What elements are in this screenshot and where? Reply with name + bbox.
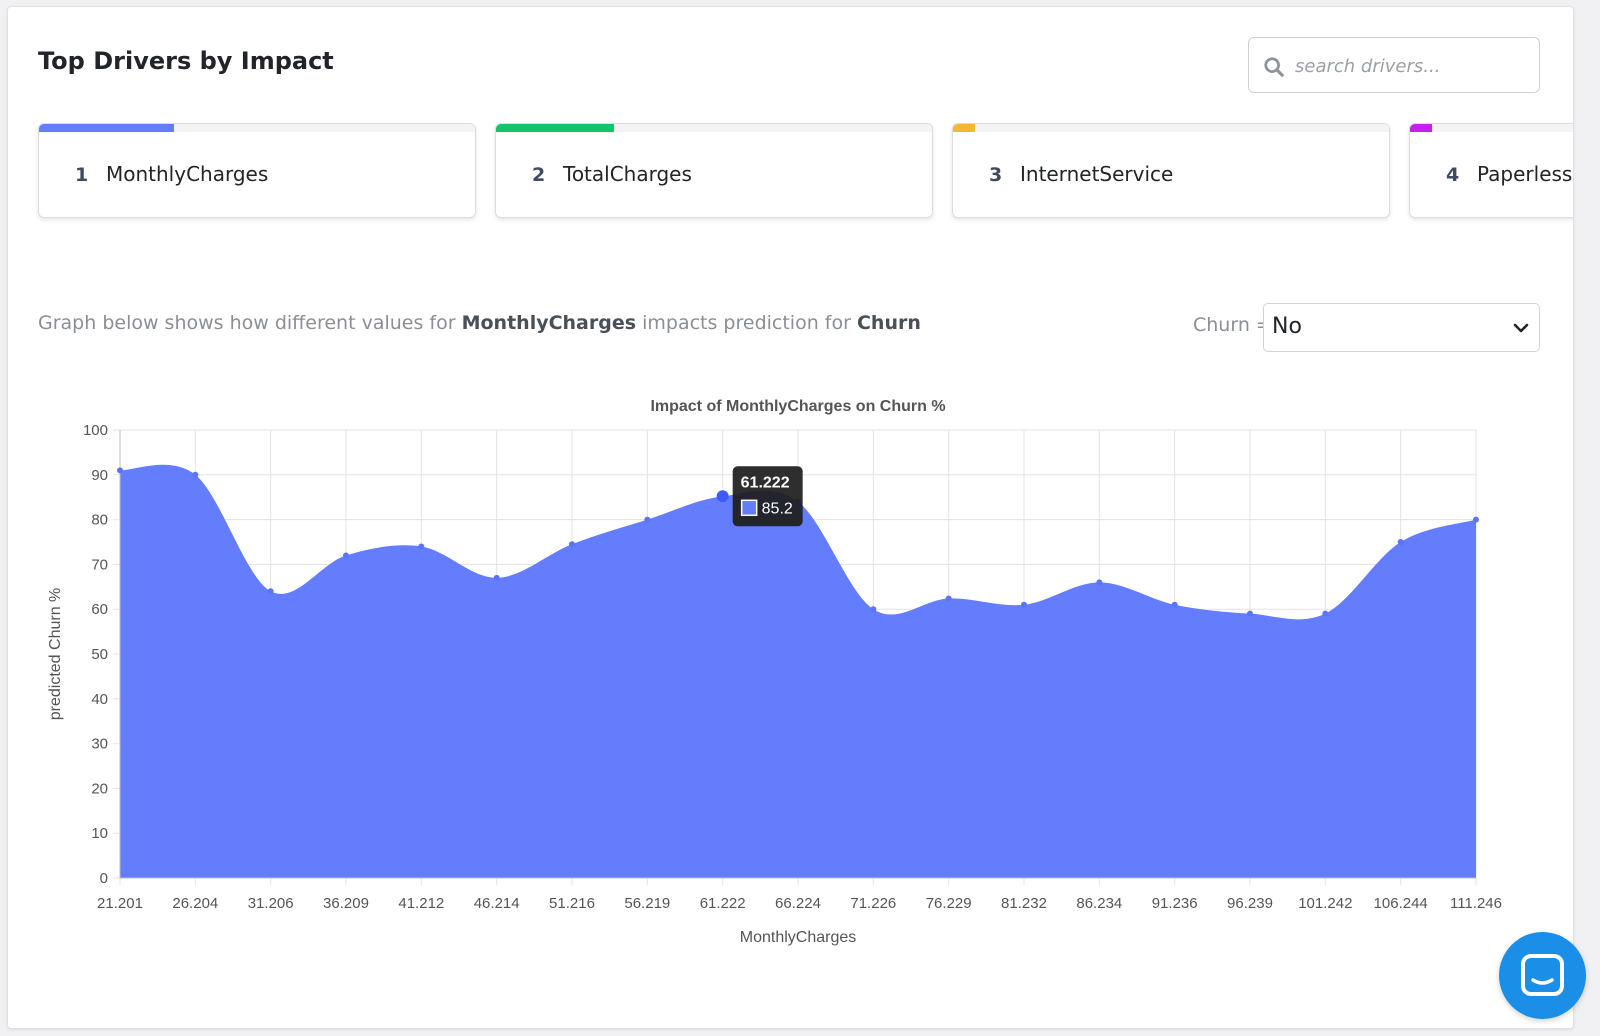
impact-bar-fill: [39, 124, 175, 132]
data-point: [1247, 610, 1253, 617]
data-point: [1096, 579, 1103, 586]
y-tick-label: 70: [91, 556, 108, 573]
x-tick-label: 81.232: [1001, 895, 1047, 912]
x-tick-label: 106.244: [1374, 895, 1428, 912]
driver-name: PaperlessBilling: [1477, 162, 1573, 186]
driver-name: MonthlyCharges: [106, 162, 269, 186]
x-tick-label: 36.209: [323, 895, 369, 912]
drivers-panel: Top Drivers by Impact 1 MonthlyCharges 2…: [7, 6, 1574, 1029]
impact-bar-track: [1410, 124, 1573, 132]
y-tick-label: 0: [100, 870, 108, 887]
y-tick-label: 90: [91, 467, 108, 484]
y-axis-title: predicted Churn %: [47, 588, 64, 721]
page-title: Top Drivers by Impact: [38, 47, 334, 75]
x-tick-label: 91.236: [1152, 895, 1198, 912]
x-tick-label: 26.204: [172, 895, 218, 912]
x-tick-label: 101.242: [1298, 895, 1352, 912]
driver-rank: 2: [532, 164, 546, 186]
search-icon: [1264, 57, 1284, 77]
impact-bar-track: [953, 124, 1389, 132]
class-select-value: No: [1272, 314, 1302, 339]
graph-description: Graph below shows how different values f…: [38, 312, 921, 334]
chevron-down-icon: [1513, 323, 1529, 333]
x-axis-title: MonthlyCharges: [740, 929, 857, 946]
y-tick-label: 60: [91, 601, 108, 618]
y-tick-label: 50: [91, 646, 108, 663]
data-point: [945, 595, 952, 602]
impact-bar-fill: [496, 124, 614, 132]
driver-card-monthlycharges[interactable]: 1 MonthlyCharges: [38, 123, 476, 218]
x-tick-label: 71.226: [850, 895, 896, 912]
driver-rank: 4: [1446, 164, 1460, 186]
data-point: [1021, 601, 1027, 608]
x-tick-label: 21.201: [97, 895, 143, 912]
description-middle: impacts prediction for: [642, 312, 851, 334]
data-point: [1397, 539, 1404, 545]
data-point: [493, 574, 500, 581]
data-point: [117, 467, 123, 474]
impact-bar-fill: [953, 124, 975, 132]
data-point: [870, 606, 877, 613]
driver-name: InternetService: [1020, 162, 1174, 186]
y-tick-label: 80: [91, 512, 108, 529]
y-tick-label: 20: [91, 780, 108, 797]
driver-name: TotalCharges: [563, 162, 692, 186]
x-tick-label: 41.212: [398, 895, 444, 912]
x-tick-label: 86.234: [1076, 895, 1122, 912]
x-tick-label: 96.239: [1227, 895, 1273, 912]
driver-card-paperlessbilling[interactable]: 4 PaperlessBilling: [1409, 123, 1573, 218]
data-point: [192, 471, 199, 478]
tooltip-value: 85.2: [762, 500, 793, 517]
description-target: Churn: [856, 312, 921, 334]
x-tick-label: 76.229: [926, 895, 972, 912]
data-point: [1322, 610, 1329, 617]
data-point: [569, 541, 575, 548]
impact-bar-fill: [1410, 124, 1432, 132]
x-tick-label: 46.214: [474, 895, 520, 912]
tooltip-swatch: [740, 499, 758, 517]
tooltip-title: 61.222: [741, 474, 790, 491]
series-area: [120, 464, 1476, 878]
x-tick-label: 31.206: [248, 895, 294, 912]
y-tick-label: 30: [91, 736, 108, 753]
x-tick-label: 51.216: [549, 895, 595, 912]
x-tick-label: 111.246: [1450, 895, 1502, 912]
y-tick-label: 40: [91, 691, 108, 708]
description-feature: MonthlyCharges: [461, 312, 637, 334]
chart-title: Impact of MonthlyCharges on Churn %: [650, 398, 945, 415]
x-tick-label: 66.224: [775, 895, 821, 912]
driver-card-internetservice[interactable]: 3 InternetService: [952, 123, 1390, 218]
driver-rank: 3: [989, 164, 1003, 186]
data-point: [418, 543, 425, 550]
data-point: [716, 490, 729, 503]
y-tick-label: 10: [91, 825, 108, 842]
description-prefix: Graph below shows how different values f…: [38, 312, 456, 334]
y-tick-label: 100: [83, 422, 108, 439]
search-input[interactable]: [1293, 48, 1527, 84]
chat-widget-button[interactable]: [1499, 932, 1586, 1019]
data-point: [1473, 516, 1479, 523]
data-point: [267, 588, 274, 595]
data-point: [1171, 601, 1178, 608]
search-box[interactable]: [1248, 37, 1540, 93]
driver-rank: 1: [75, 164, 89, 186]
impact-chart: Impact of MonthlyCharges on Churn % 0 10 20…: [47, 398, 1502, 946]
driver-cards: 1 MonthlyCharges 2 TotalCharges 3 Intern…: [38, 123, 1573, 227]
driver-card-totalcharges[interactable]: 2 TotalCharges: [495, 123, 933, 218]
data-point: [644, 516, 651, 523]
x-tick-label: 56.219: [624, 895, 670, 912]
chat-bubble-icon: [1521, 954, 1564, 996]
class-selector-label: Churn =: [1193, 314, 1272, 336]
class-select[interactable]: No: [1263, 303, 1540, 352]
data-point: [343, 552, 349, 559]
x-tick-label: 61.222: [700, 895, 746, 912]
